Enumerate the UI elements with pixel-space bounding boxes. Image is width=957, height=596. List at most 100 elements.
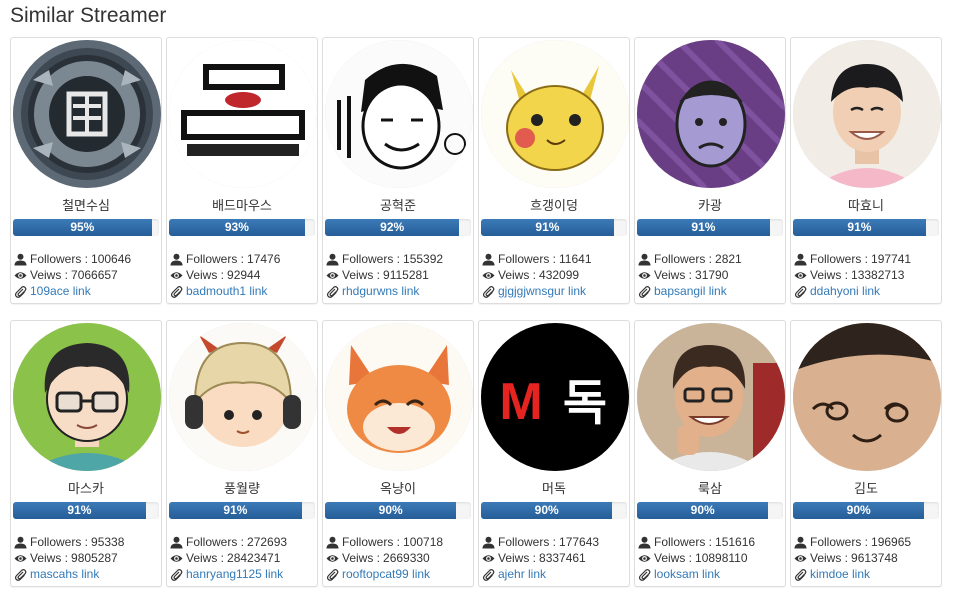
streamer-card[interactable]: 룩삼 90% Followers : 151616 Veiws : 108981… <box>634 320 786 587</box>
match-progress-bar: 90% <box>793 502 925 519</box>
streamer-name: 머독 <box>542 482 566 497</box>
streamer-card[interactable]: 옥냥이 90% Followers : 100718 Veiws : 26693… <box>322 320 474 587</box>
match-progress: 90% <box>481 502 627 519</box>
eye-icon <box>170 552 183 565</box>
channel-link[interactable]: 109ace link <box>30 284 91 298</box>
views-value: 10898110 <box>695 551 748 565</box>
eye-icon <box>170 269 183 282</box>
streamer-card[interactable]: M 독 머독 90% Followers : 177643 Veiws : 83… <box>478 320 630 587</box>
match-progress-bar: 91% <box>13 502 146 519</box>
streamer-card[interactable]: 흐갱이덩 91% Followers : 11641 Veiws : 43209… <box>478 37 630 304</box>
match-progress: 91% <box>637 219 783 236</box>
streamer-name: 배드마우스 <box>212 199 272 214</box>
match-progress: 90% <box>637 502 783 519</box>
streamer-card[interactable]: 따효니 91% Followers : 197741 Veiws : 13382… <box>790 37 942 304</box>
followers-value: 155392 <box>403 252 444 266</box>
views-label: Veiws : <box>810 268 849 282</box>
views-label: Veiws : <box>654 268 693 282</box>
match-progress-bar: 90% <box>637 502 769 519</box>
streamer-avatar[interactable] <box>637 323 785 471</box>
streamer-avatar[interactable] <box>793 323 941 471</box>
eye-icon <box>638 269 651 282</box>
match-progress: 90% <box>793 502 939 519</box>
paperclip-icon <box>170 285 183 298</box>
paperclip-icon <box>794 568 807 581</box>
channel-link[interactable]: mascahs link <box>30 567 99 581</box>
channel-link[interactable]: gjgjgjwnsgur link <box>498 284 586 298</box>
channel-link-row: rhdgurwns link <box>326 284 471 298</box>
views-stat: Veiws : 9115281 <box>326 268 471 282</box>
eye-icon <box>326 269 339 282</box>
followers-stat: Followers : 2821 <box>638 252 783 266</box>
streamer-card[interactable]: 카광 91% Followers : 2821 Veiws : 31790 ba… <box>634 37 786 304</box>
followers-value: 196965 <box>871 535 912 549</box>
avatar-image <box>13 40 161 188</box>
streamer-card[interactable]: 마스카 91% Followers : 95338 Veiws : 980528… <box>10 320 162 587</box>
streamer-card[interactable]: 배드마우스 93% Followers : 17476 Veiws : 9294… <box>166 37 318 304</box>
streamer-name: 공혁준 <box>380 199 416 214</box>
streamer-avatar[interactable]: M 독 <box>481 323 629 471</box>
streamer-name: 흐갱이덩 <box>530 199 578 214</box>
streamer-avatar[interactable] <box>481 40 629 188</box>
streamer-avatar[interactable] <box>325 40 473 188</box>
channel-link[interactable]: kimdoe link <box>810 567 870 581</box>
channel-link-row: ddahyoni link <box>794 284 939 298</box>
channel-link[interactable]: rooftopcat99 link <box>342 567 430 581</box>
streamer-avatar[interactable] <box>13 40 161 188</box>
followers-value: 177643 <box>559 535 600 549</box>
streamer-avatar[interactable] <box>169 40 317 188</box>
streamer-avatar[interactable] <box>637 40 785 188</box>
followers-stat: Followers : 151616 <box>638 535 783 549</box>
match-progress-bar: 93% <box>169 219 305 236</box>
paperclip-icon <box>14 568 27 581</box>
streamer-avatar[interactable] <box>13 323 161 471</box>
followers-label: Followers : <box>654 535 713 549</box>
followers-value: 100718 <box>403 535 444 549</box>
channel-link[interactable]: ddahyoni link <box>810 284 880 298</box>
match-progress: 91% <box>793 219 939 236</box>
channel-link[interactable]: bapsangil link <box>654 284 727 298</box>
streamer-avatar[interactable] <box>169 323 317 471</box>
avatar-image <box>169 323 317 471</box>
followers-stat: Followers : 197741 <box>794 252 939 266</box>
paperclip-icon <box>794 285 807 298</box>
views-value: 92944 <box>227 268 261 282</box>
followers-stat: Followers : 177643 <box>482 535 627 549</box>
views-value: 31790 <box>695 268 729 282</box>
avatar-image <box>637 323 785 471</box>
channel-link[interactable]: rhdgurwns link <box>342 284 419 298</box>
streamer-name: 철면수심 <box>62 199 110 214</box>
views-value: 432099 <box>539 268 580 282</box>
views-label: Veiws : <box>342 268 381 282</box>
user-icon <box>170 536 183 549</box>
channel-link[interactable]: looksam link <box>654 567 720 581</box>
user-icon <box>14 253 27 266</box>
views-stat: Veiws : 8337461 <box>482 551 627 565</box>
followers-value: 100646 <box>91 252 132 266</box>
match-progress-bar: 95% <box>13 219 152 236</box>
views-label: Veiws : <box>30 268 69 282</box>
views-value: 9805287 <box>71 551 118 565</box>
streamer-card[interactable]: 김도 90% Followers : 196965 Veiws : 961374… <box>790 320 942 587</box>
match-progress: 93% <box>169 219 315 236</box>
eye-icon <box>482 269 495 282</box>
streamer-avatar[interactable] <box>325 323 473 471</box>
channel-link-row: looksam link <box>638 567 783 581</box>
views-label: Veiws : <box>810 551 849 565</box>
streamer-name: 카광 <box>698 199 722 214</box>
streamer-avatar[interactable] <box>793 40 941 188</box>
views-label: Veiws : <box>186 551 225 565</box>
views-value: 9115281 <box>383 268 429 282</box>
streamer-card[interactable]: 풍월량 91% Followers : 272693 Veiws : 28423… <box>166 320 318 587</box>
channel-link[interactable]: badmouth1 link <box>186 284 267 298</box>
followers-value: 197741 <box>871 252 912 266</box>
views-stat: Veiws : 31790 <box>638 268 783 282</box>
channel-link[interactable]: hanryang1125 link <box>186 567 283 581</box>
paperclip-icon <box>170 568 183 581</box>
match-progress-bar: 91% <box>793 219 926 236</box>
channel-link[interactable]: ajehr link <box>498 567 546 581</box>
streamer-card[interactable]: 철면수심 95% Followers : 100646 Veiws : 7066… <box>10 37 162 304</box>
streamer-card[interactable]: 공혁준 92% Followers : 155392 Veiws : 91152… <box>322 37 474 304</box>
views-stat: Veiws : 9805287 <box>14 551 159 565</box>
match-progress-bar: 92% <box>325 219 460 236</box>
